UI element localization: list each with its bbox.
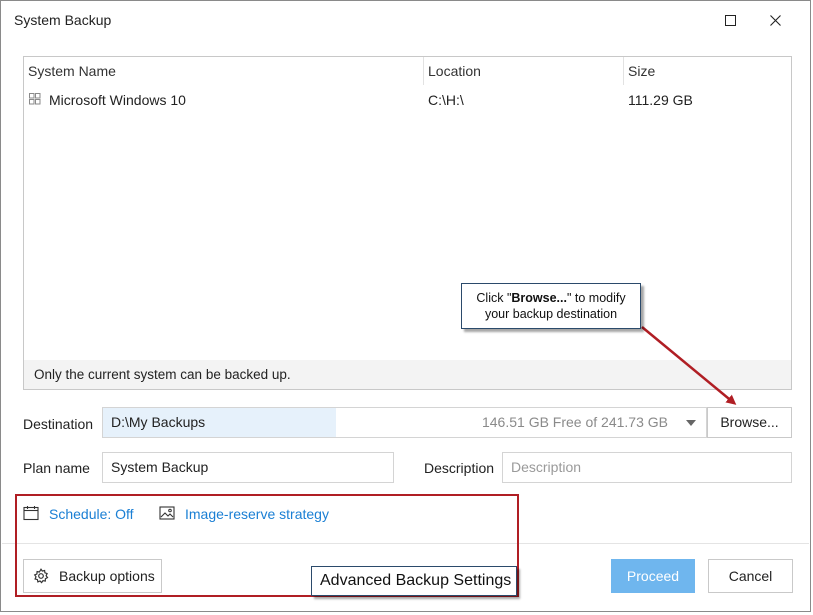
list-header: System Name Location Size [24, 57, 791, 85]
plan-name-input[interactable]: System Backup [102, 452, 394, 483]
table-row[interactable]: Microsoft Windows 10 C:\H:\ 111.29 GB [24, 87, 791, 113]
title-bar: System Backup [1, 1, 810, 39]
windows-icon [29, 93, 41, 105]
backup-options-label: Backup options [59, 568, 155, 584]
row-location: C:\H:\ [428, 92, 464, 108]
gear-icon [33, 568, 49, 584]
schedule-link[interactable]: Schedule: Off [23, 504, 143, 524]
backup-options-button[interactable]: Backup options [23, 559, 162, 593]
callout-prefix: Click " [476, 291, 512, 305]
callout-line2: your backup destination [484, 307, 618, 321]
cancel-button[interactable]: Cancel [708, 559, 793, 593]
browse-button[interactable]: Browse... [707, 407, 792, 438]
footer-separator [2, 543, 809, 544]
row-system-name: Microsoft Windows 10 [49, 92, 186, 108]
column-header-size[interactable]: Size [624, 57, 784, 85]
plan-name-label: Plan name [23, 460, 90, 476]
window-title: System Backup [14, 12, 112, 28]
system-list[interactable]: System Name Location Size Microsoft Wind… [23, 56, 792, 390]
image-icon [159, 506, 175, 520]
browse-callout: Click "Browse..." to modify your backup … [461, 283, 641, 329]
callout-bold: Browse... [511, 291, 567, 305]
description-label: Description [424, 460, 495, 476]
destination-select[interactable]: D:\My Backups 146.51 GB Free of 241.73 G… [102, 407, 707, 438]
list-footer-note: Only the current system can be backed up… [24, 360, 791, 389]
callout-suffix: " to modify [566, 291, 626, 305]
maximize-icon [724, 14, 736, 26]
close-icon [769, 14, 781, 26]
column-header-location[interactable]: Location [424, 57, 624, 85]
column-header-system-name[interactable]: System Name [24, 57, 424, 85]
close-button[interactable] [758, 6, 792, 34]
schedule-link-text: Schedule: Off [49, 506, 134, 522]
proceed-button[interactable]: Proceed [611, 559, 695, 593]
destination-label: Destination [23, 416, 94, 432]
row-size: 111.29 GB [628, 92, 693, 108]
chevron-down-icon[interactable] [686, 420, 696, 426]
advanced-settings-annotation: Advanced Backup Settings [311, 566, 517, 596]
destination-path: D:\My Backups [103, 408, 336, 437]
image-reserve-link[interactable]: Image-reserve strategy [159, 504, 339, 524]
calendar-icon [23, 506, 39, 521]
maximize-button[interactable] [713, 6, 747, 34]
system-backup-window: System Backup System Name Location Size [0, 0, 811, 612]
destination-free-space: 146.51 GB Free of 241.73 GB [481, 414, 668, 430]
image-reserve-link-text: Image-reserve strategy [185, 506, 329, 522]
description-input[interactable]: Description [502, 452, 792, 483]
